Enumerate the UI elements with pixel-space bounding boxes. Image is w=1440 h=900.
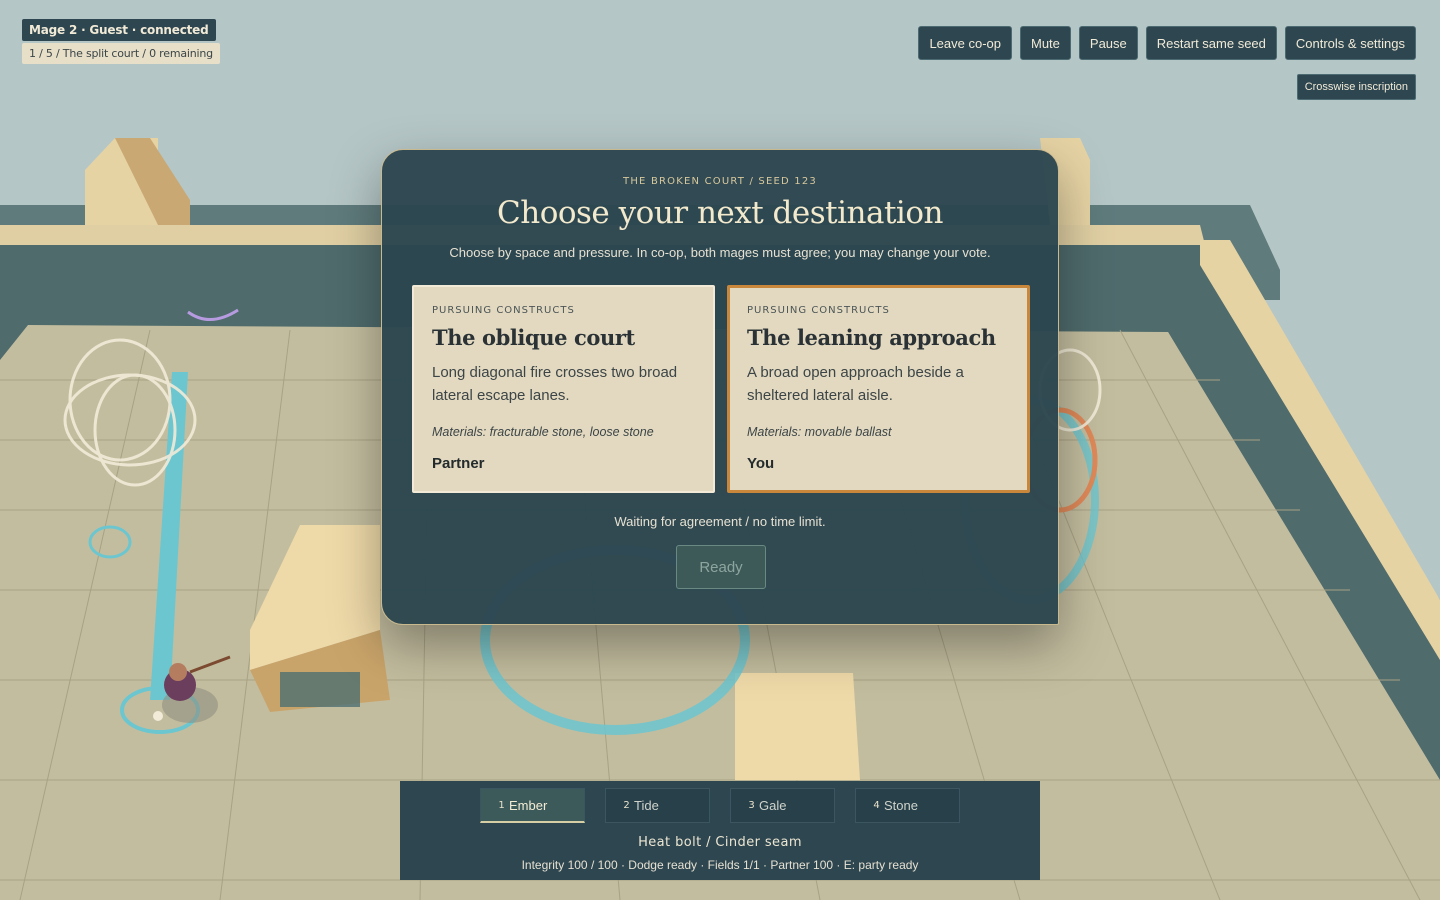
slot-tide[interactable]: 2 Tide (605, 788, 710, 823)
dialog-eyebrow: THE BROKEN COURT / SEED 123 (623, 176, 817, 187)
leave-coop-button[interactable]: Leave co-op (918, 26, 1012, 60)
player-stats: Integrity 100 / 100 · Dodge ready · Fiel… (521, 858, 919, 872)
slot-hotkey: 3 (748, 800, 755, 811)
slot-hotkey: 4 (873, 800, 880, 811)
card-voter: You (747, 455, 775, 472)
top-toolbar: Leave co-op Mute Pause Restart same seed… (918, 26, 1416, 60)
card-description: A broad open approach beside a sheltered… (747, 364, 964, 404)
card-materials: Materials: movable ballast (747, 425, 892, 439)
destination-card-oblique-court[interactable]: PURSUING CONSTRUCTS The oblique court Lo… (412, 285, 715, 493)
card-title: The oblique court (432, 325, 635, 350)
slot-label: Gale (759, 798, 787, 813)
dialog-subtitle: Choose by space and pressure. In co-op, … (449, 245, 991, 260)
waiting-status: Waiting for agreement / no time limit. (614, 514, 826, 529)
mute-button[interactable]: Mute (1020, 26, 1071, 60)
active-spell-name: Heat bolt / Cinder seam (638, 835, 802, 850)
dialog-title: Choose your next destination (497, 195, 943, 231)
card-kicker: PURSUING CONSTRUCTS (432, 305, 575, 316)
spell-bar: 1 Ember 2 Tide 3 Gale 4 Stone Heat bolt … (400, 781, 1040, 880)
slot-stone[interactable]: 4 Stone (855, 788, 960, 823)
element-slots: 1 Ember 2 Tide 3 Gale 4 Stone (480, 788, 960, 823)
ready-button[interactable]: Ready (676, 545, 766, 589)
run-progress: 1 / 5 / The split court / 0 remaining (22, 43, 220, 64)
card-materials: Materials: fracturable stone, loose ston… (432, 425, 654, 439)
slot-label: Ember (509, 797, 548, 813)
slot-hotkey: 1 (498, 799, 505, 811)
destination-options: PURSUING CONSTRUCTS The oblique court Lo… (412, 285, 1030, 493)
restart-seed-button[interactable]: Restart same seed (1145, 26, 1277, 60)
card-kicker: PURSUING CONSTRUCTS (747, 305, 890, 316)
slot-hotkey: 2 (623, 800, 630, 811)
pause-button[interactable]: Pause (1078, 26, 1138, 60)
slot-label: Stone (884, 798, 918, 813)
card-description: Long diagonal fire crosses two broad lat… (432, 364, 678, 404)
card-title: The leaning approach (747, 325, 996, 350)
destination-dialog: THE BROKEN COURT / SEED 123 Choose your … (381, 149, 1059, 625)
destination-card-leaning-approach[interactable]: PURSUING CONSTRUCTS The leaning approach… (727, 285, 1030, 493)
card-voter: Partner (432, 455, 485, 472)
controls-settings-button[interactable]: Controls & settings (1284, 26, 1416, 60)
connection-status: Mage 2 · Guest · connected (22, 19, 216, 41)
slot-label: Tide (634, 798, 659, 813)
inscription-button[interactable]: Crosswise inscription (1296, 74, 1416, 100)
slot-ember[interactable]: 1 Ember (480, 788, 585, 823)
slot-gale[interactable]: 3 Gale (730, 788, 835, 823)
